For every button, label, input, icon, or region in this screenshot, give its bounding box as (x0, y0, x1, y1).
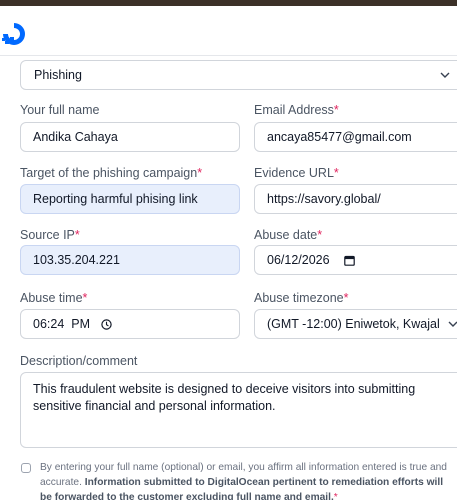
email-value: ancaya85477@gmail.com (267, 130, 412, 144)
email-input[interactable]: ancaya85477@gmail.com (254, 122, 457, 152)
chevron-down-icon (448, 321, 457, 327)
full-name-input[interactable]: Andika Cahaya (20, 122, 240, 152)
source-ip-input[interactable]: 103.35.204.221 (20, 245, 240, 275)
abuse-type-value: Phishing (34, 68, 82, 82)
site-header (0, 6, 457, 56)
clock-icon[interactable] (101, 319, 112, 330)
chevron-down-icon (440, 72, 450, 78)
consent-text: By entering your full name (optional) or… (40, 462, 447, 500)
full-name-value: Andika Cahaya (33, 130, 118, 144)
consent-checkbox[interactable] (21, 463, 31, 473)
abuse-timezone-value: (GMT -12:00) Eniwetok, Kwajal (267, 317, 440, 331)
target-input[interactable]: Reporting harmful phising link (20, 184, 240, 214)
email-label: Email Address* (254, 103, 339, 117)
source-ip-label: Source IP* (20, 228, 80, 242)
source-ip-value: 103.35.204.221 (33, 253, 120, 267)
abuse-type-select[interactable]: Phishing (20, 60, 457, 90)
description-value: This fraudulent website is designed to d… (33, 382, 416, 413)
abuse-date-input[interactable]: 06/12/2026 (254, 245, 457, 275)
description-label: Description/comment (20, 354, 138, 368)
full-name-label: Your full name (20, 103, 100, 117)
digitalocean-logo[interactable] (0, 20, 28, 48)
evidence-url-label: Evidence URL* (254, 166, 339, 180)
abuse-date-value: 06/12/2026 (267, 253, 330, 267)
target-value: Reporting harmful phising link (33, 192, 198, 206)
calendar-icon[interactable] (344, 255, 355, 266)
evidence-url-input[interactable]: https://savory.global/ (254, 184, 457, 214)
abuse-date-label: Abuse date* (254, 228, 323, 242)
target-label: Target of the phishing campaign* (20, 166, 203, 180)
abuse-timezone-select[interactable]: (GMT -12:00) Eniwetok, Kwajal (254, 309, 457, 339)
abuse-time-input[interactable]: 06:24 PM (20, 309, 240, 339)
description-textarea[interactable]: This fraudulent website is designed to d… (20, 372, 457, 448)
abuse-timezone-label: Abuse timezone* (254, 291, 349, 305)
abuse-report-form: Phishing Your full name Andika Cahaya Em… (0, 56, 457, 500)
evidence-url-value: https://savory.global/ (267, 192, 381, 206)
abuse-time-label: Abuse time* (20, 291, 88, 305)
abuse-time-value: 06:24 PM (33, 317, 90, 331)
